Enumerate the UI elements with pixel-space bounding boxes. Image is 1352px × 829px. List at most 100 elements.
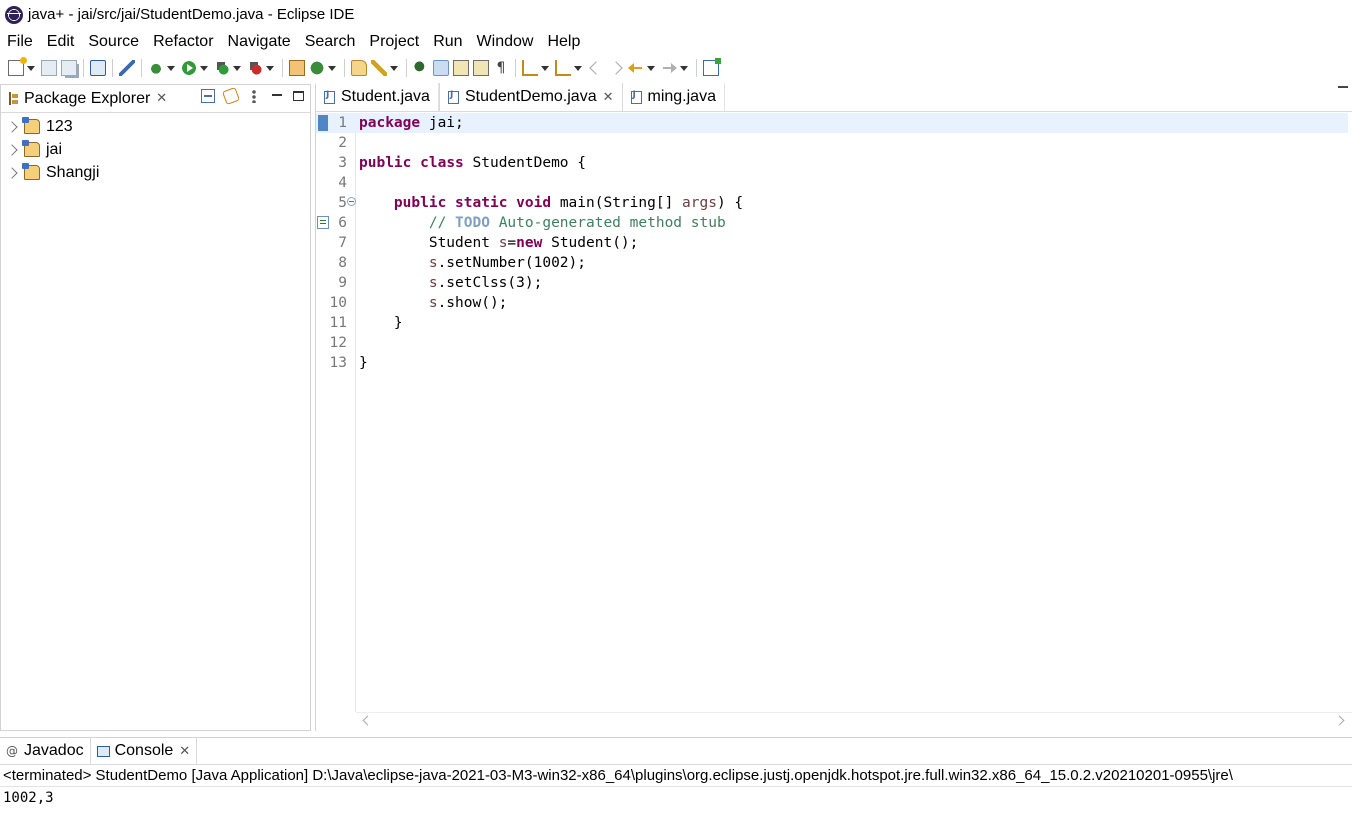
toolbar-separator [141,59,142,77]
save-all-icon[interactable] [61,60,77,76]
tree-item-project[interactable]: Shangji [1,161,310,184]
debug-icon[interactable] [148,60,164,76]
tree-item-project[interactable]: jai [1,138,310,161]
menu-window[interactable]: Window [470,33,541,51]
code-line[interactable]: 2 [316,133,1348,153]
new-java-class-icon[interactable] [309,60,325,76]
link-with-editor-icon[interactable] [222,87,240,105]
menu-navigate[interactable]: Navigate [221,33,298,51]
code-line[interactable]: 8 s.setNumber(1002); [316,253,1348,273]
package-explorer-panel: Package Explorer ✕ 123 jai Shangji [0,84,311,731]
code-line[interactable]: 3 public class StudentDemo { [316,153,1348,173]
console-output[interactable]: 1002,3 [0,787,1352,809]
javadoc-icon: @ [6,744,18,758]
coverage-dropdown-icon[interactable] [233,65,241,71]
menu-file[interactable]: File [0,33,40,51]
search-dropdown-icon[interactable] [390,65,398,71]
line-number: 11 [329,315,347,331]
code-line[interactable]: 1 package jai; [316,113,1348,133]
chevron-right-icon[interactable] [6,166,18,179]
run-dropdown-icon[interactable] [200,65,208,71]
editor-tabbar: Student.java StudentDemo.java ✕ ming.jav… [316,83,1352,112]
open-perspective-icon[interactable] [703,58,721,76]
code-text: } [359,315,403,331]
previous-annotation-icon[interactable] [555,60,571,76]
tab-ming-java[interactable]: ming.java [623,83,725,111]
new-dropdown-icon[interactable] [27,65,35,71]
menu-help[interactable]: Help [540,33,587,51]
code-line[interactable]: 4 [316,173,1348,193]
new-java-package-icon[interactable] [289,60,305,76]
save-icon[interactable] [41,60,57,76]
tab-console[interactable]: Console ✕ [89,737,198,765]
chevron-right-icon[interactable] [6,120,18,133]
horizontal-scrollbar[interactable] [356,712,1352,729]
previous-annotation-dropdown-icon[interactable] [574,65,582,71]
code-line[interactable]: 7 Student s=new Student(); [316,233,1348,253]
menu-edit[interactable]: Edit [40,33,82,51]
code-line[interactable]: 11 } [316,313,1348,333]
collapse-all-icon[interactable] [201,89,215,103]
coverage-icon[interactable] [214,60,230,76]
menu-refactor[interactable]: Refactor [146,33,220,51]
open-type-icon[interactable] [351,60,367,76]
code-line[interactable]: 12 [316,333,1348,353]
menu-source[interactable]: Source [81,33,146,51]
close-icon[interactable]: ✕ [603,90,614,105]
new-icon[interactable] [8,57,27,76]
toggle-annotation-icon[interactable] [413,60,429,76]
forward-icon[interactable] [661,60,677,76]
code-line[interactable]: 9 s.setClss(3); [316,273,1348,293]
next-annotation-icon[interactable] [522,60,538,76]
tab-studentdemo-java[interactable]: StudentDemo.java ✕ [438,83,623,111]
menu-project[interactable]: Project [362,33,426,51]
close-icon[interactable]: ✕ [156,91,167,106]
tree-item-project[interactable]: 123 [1,115,310,138]
line-number: 7 [338,235,347,251]
open-console-icon[interactable] [90,60,106,76]
menu-run[interactable]: Run [426,33,469,51]
external-tools-icon[interactable] [247,60,263,76]
code-line[interactable]: 13 } [316,353,1348,373]
tab-package-explorer[interactable]: Package Explorer ✕ [1,85,173,113]
forward-dropdown-icon[interactable] [680,65,688,71]
line-number: 12 [329,335,347,351]
code-line[interactable]: 10 s.show(); [316,293,1348,313]
minimize-icon[interactable] [1338,86,1348,88]
external-tools-dropdown-icon[interactable] [266,65,274,71]
next-annotation-dropdown-icon[interactable] [541,65,549,71]
tab-student-java[interactable]: Student.java [316,83,439,111]
back-dropdown-icon[interactable] [647,65,655,71]
mark-occurrences-icon[interactable] [433,60,449,76]
chevron-right-icon[interactable] [6,143,18,156]
scroll-right-icon[interactable] [1334,715,1345,726]
line-number: 6 [338,215,347,231]
maximize-icon[interactable] [293,91,304,101]
back-icon[interactable] [628,60,644,76]
collapse-fold-icon[interactable] [347,197,356,206]
toggle-word-wrap-icon[interactable] [473,60,489,76]
tab-javadoc[interactable]: @ Javadoc [0,738,90,765]
run-icon[interactable] [181,60,197,76]
skip-breakpoints-icon[interactable] [119,60,135,76]
minimize-icon[interactable] [270,89,284,103]
new-class-dropdown-icon[interactable] [328,65,336,71]
show-whitespace-icon[interactable]: ¶ [493,60,509,76]
code-editor[interactable]: 1 package jai; 2 3 public class StudentD… [316,113,1352,729]
view-menu-icon[interactable] [247,89,261,103]
code-line[interactable]: 5 public static void main(String[] args)… [316,193,1348,213]
debug-dropdown-icon[interactable] [167,65,175,71]
project-label: 123 [46,117,73,135]
line-number: 2 [338,135,347,151]
close-icon[interactable]: ✕ [179,744,190,759]
menu-search[interactable]: Search [298,33,363,51]
toggle-block-selection-icon[interactable] [453,60,469,76]
next-edit-location-icon[interactable] [609,61,623,75]
code-line[interactable]: 6 // TODO Auto-generated method stub [316,213,1348,233]
last-edit-location-icon[interactable] [589,61,603,75]
search-icon[interactable] [371,60,387,76]
java-file-icon [324,90,335,104]
code-text: } [359,355,368,371]
code-text: Student s=new Student(); [359,235,639,251]
scroll-left-icon[interactable] [362,715,373,726]
